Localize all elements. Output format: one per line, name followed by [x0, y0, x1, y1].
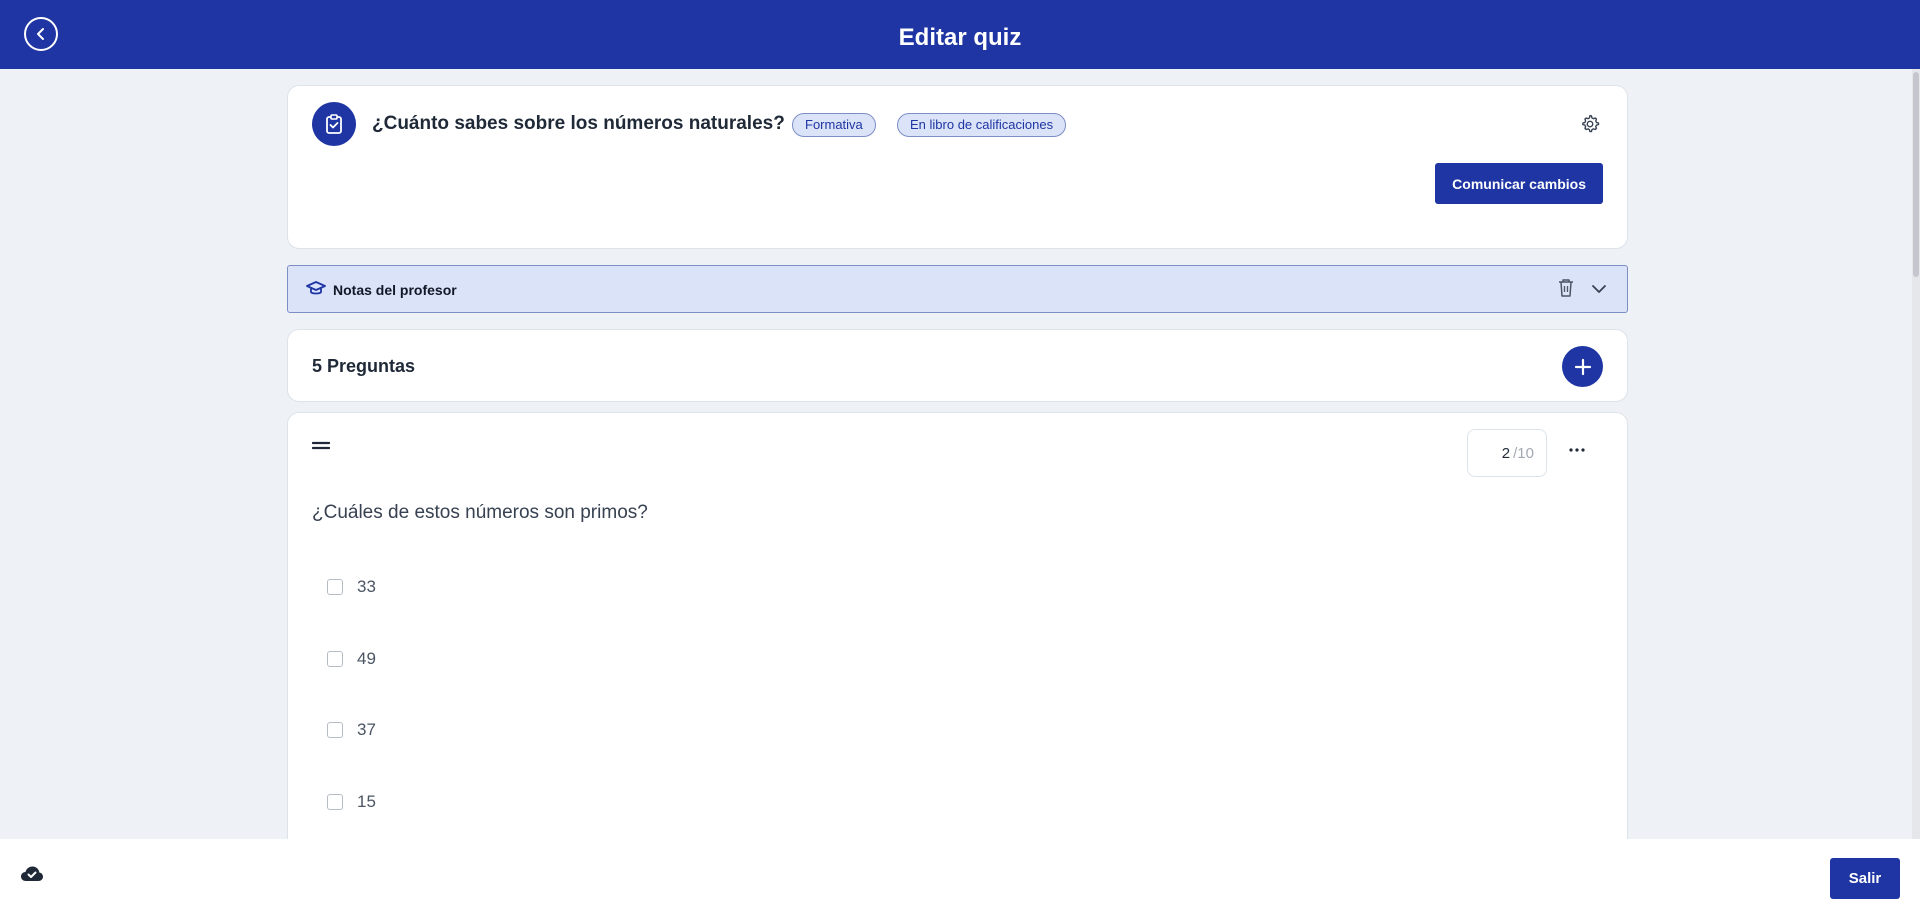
- answer-checkbox[interactable]: [327, 722, 343, 738]
- answer-option[interactable]: 37: [327, 719, 376, 741]
- question-text: ¿Cuáles de estos números son primos?: [312, 502, 648, 523]
- points-field[interactable]: 2 /10: [1467, 429, 1547, 477]
- question-card: 2 /10 ¿Cuáles de estos números son primo…: [287, 412, 1628, 882]
- quiz-title: ¿Cuánto sabes sobre los números naturale…: [372, 113, 785, 134]
- points-value[interactable]: 2: [1502, 445, 1510, 462]
- chevron-down-icon[interactable]: [1591, 281, 1607, 297]
- answer-label: 33: [357, 577, 376, 596]
- answer-checkbox[interactable]: [327, 794, 343, 810]
- teacher-notes-label: Notas del profesor: [333, 282, 457, 298]
- scrollbar-thumb[interactable]: [1913, 72, 1919, 277]
- graduation-cap-icon: [306, 281, 326, 295]
- answer-option[interactable]: 33: [327, 576, 376, 598]
- exit-button[interactable]: Salir: [1830, 858, 1900, 899]
- teacher-notes-panel[interactable]: Notas del profesor: [287, 265, 1628, 313]
- answer-option[interactable]: 49: [327, 648, 376, 670]
- badge-gradebook: En libro de calificaciones: [897, 113, 1067, 137]
- add-question-button[interactable]: [1562, 346, 1603, 387]
- answer-label: 49: [357, 649, 376, 668]
- cloud-check-icon: [21, 866, 43, 881]
- answer-checkbox[interactable]: [327, 651, 343, 667]
- questions-header-card: 5 Preguntas: [287, 329, 1628, 402]
- questions-count: 5 Preguntas: [312, 356, 416, 376]
- communicate-changes-button[interactable]: Comunicar cambios: [1435, 163, 1603, 204]
- answer-checkbox[interactable]: [327, 579, 343, 595]
- clipboard-check-icon: [312, 102, 356, 146]
- quiz-header-card: ¿Cuánto sabes sobre los números naturale…: [287, 85, 1628, 249]
- page-title: Editar quiz: [898, 24, 1022, 51]
- badge-formative: Formativa: [792, 113, 876, 137]
- answer-label: 15: [357, 792, 376, 811]
- bottom-bar: Salir: [0, 839, 1920, 911]
- points-max: /10: [1513, 444, 1534, 462]
- drag-handle-icon[interactable]: [312, 441, 330, 451]
- top-bar: Editar quiz: [0, 0, 1920, 69]
- gear-icon[interactable]: [1579, 113, 1601, 135]
- plus-icon: [1574, 358, 1591, 375]
- answer-option[interactable]: 15: [327, 791, 376, 813]
- answer-label: 37: [357, 720, 376, 739]
- trash-icon[interactable]: [1557, 278, 1575, 298]
- more-options-icon[interactable]: [1569, 448, 1585, 452]
